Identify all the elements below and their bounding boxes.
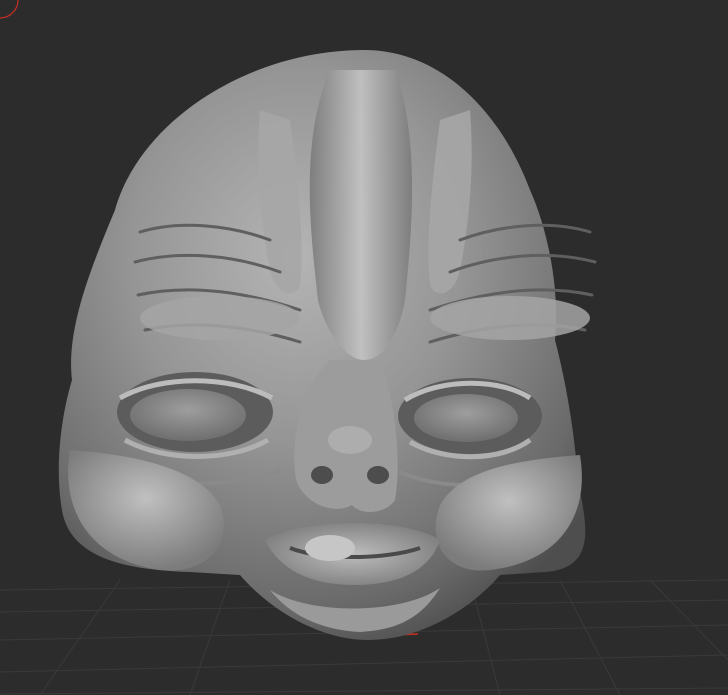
brow-pad-right (430, 296, 590, 340)
sculpt-head-model[interactable] (58, 50, 597, 640)
viewport-canvas[interactable] (0, 0, 728, 695)
brow-pad-left (140, 296, 300, 340)
3d-viewport[interactable] (0, 0, 728, 695)
axis-gizmo-icon[interactable] (0, 0, 19, 19)
forehead-ridge (309, 70, 413, 360)
